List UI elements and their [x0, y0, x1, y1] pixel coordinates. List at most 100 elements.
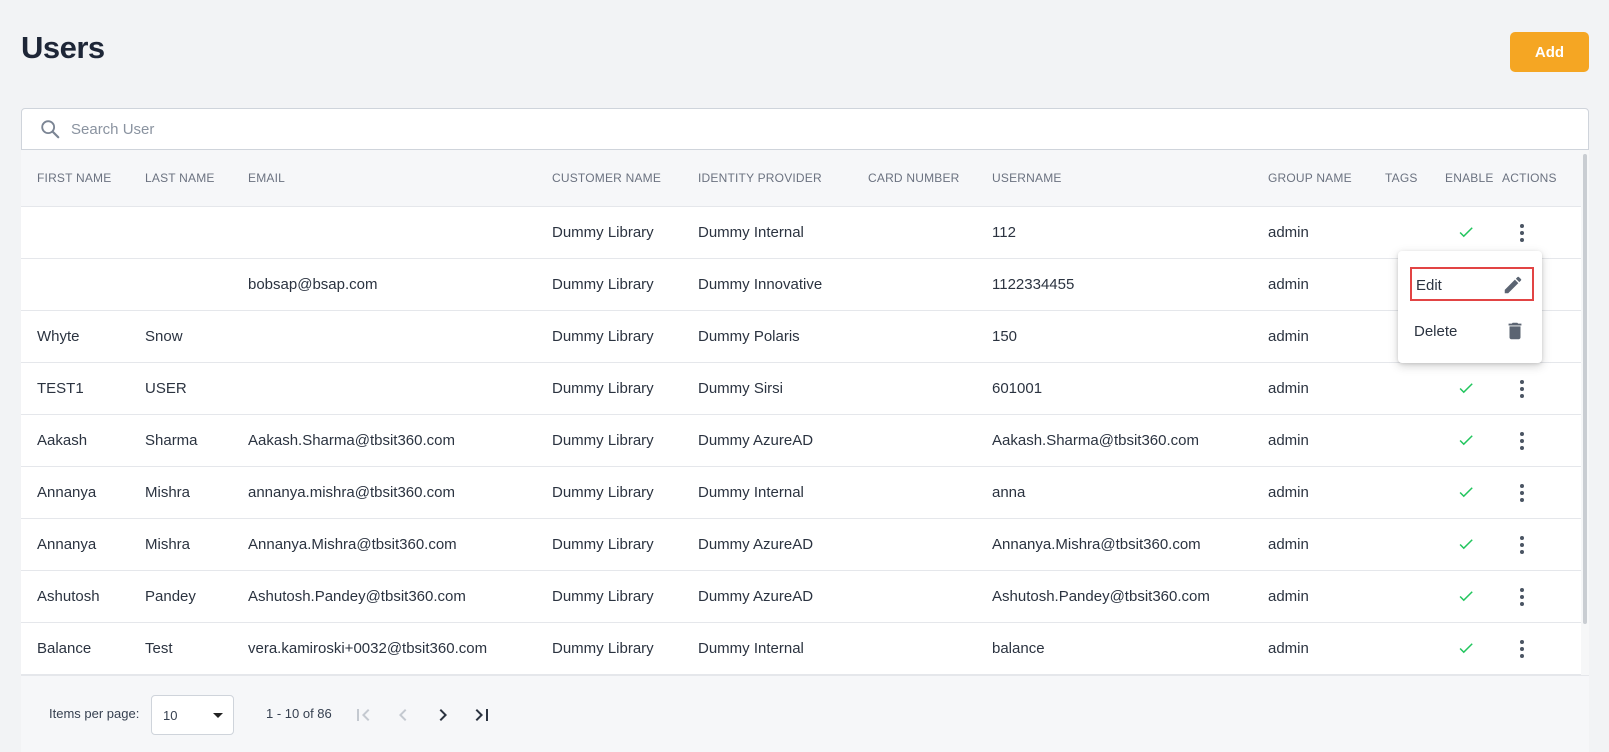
- cell-username: 112: [992, 224, 1016, 241]
- cell-customer-name: Dummy Library: [552, 640, 654, 657]
- row-actions-menu: Edit Delete: [1398, 251, 1542, 363]
- cell-username: Aakash.Sharma@tbsit360.com: [992, 432, 1199, 449]
- cell-last-name: Pandey: [145, 588, 196, 605]
- more-vert-icon[interactable]: [1510, 377, 1534, 401]
- cell-customer-name: Dummy Library: [552, 276, 654, 293]
- table-body: Dummy Library Dummy Internal 112 admin bobsa…: [21, 207, 1581, 675]
- cell-email: annanya.mishra@tbsit360.com: [248, 484, 455, 501]
- col-last-name[interactable]: LAST NAME: [145, 150, 215, 207]
- cell-username: 601001: [992, 380, 1043, 397]
- search-icon: [41, 120, 60, 139]
- col-customer-name[interactable]: CUSTOMER NAME: [552, 150, 661, 207]
- col-tags[interactable]: TAGS: [1385, 150, 1418, 207]
- menu-item-label: Delete: [1414, 323, 1458, 340]
- last-page-icon[interactable]: [470, 703, 494, 727]
- cell-username: anna: [992, 484, 1026, 501]
- check-icon: [1459, 539, 1473, 550]
- scrollbar-thumb[interactable]: [1583, 154, 1587, 624]
- table-row[interactable]: Whyte Snow Dummy Library Dummy Polaris 150 ad…: [21, 311, 1581, 363]
- cell-customer-name: Dummy Library: [552, 224, 654, 241]
- col-group-name[interactable]: GROUP NAME: [1268, 150, 1352, 207]
- col-email[interactable]: EMAIL: [248, 150, 285, 207]
- cell-username: balance: [992, 640, 1045, 657]
- cell-group-name: admin: [1268, 640, 1309, 657]
- cell-first-name: Aakash: [37, 432, 88, 449]
- menu-item-label: Edit: [1416, 277, 1442, 294]
- table-row[interactable]: Annanya Mishra annanya.mishra@tbsit360.com…: [21, 467, 1581, 519]
- cell-customer-name: Dummy Library: [552, 536, 654, 553]
- col-first-name[interactable]: FIRST NAME: [37, 150, 111, 207]
- more-vert-icon[interactable]: [1510, 533, 1534, 557]
- table-row[interactable]: Dummy Library Dummy Internal 112 admin: [21, 207, 1581, 259]
- first-page-icon[interactable]: [351, 703, 375, 727]
- cell-group-name: admin: [1268, 224, 1309, 241]
- more-vert-icon[interactable]: [1510, 429, 1534, 453]
- more-vert-icon[interactable]: [1510, 481, 1534, 505]
- previous-page-icon[interactable]: [391, 703, 415, 727]
- col-enable[interactable]: ENABLE: [1445, 150, 1494, 207]
- search-input[interactable]: [71, 120, 1471, 138]
- cell-first-name: Balance: [37, 640, 92, 657]
- next-page-icon[interactable]: [431, 703, 455, 727]
- more-vert-icon[interactable]: [1510, 585, 1534, 609]
- cell-group-name: admin: [1268, 536, 1309, 553]
- items-per-page-select[interactable]: 10: [151, 695, 234, 735]
- table-row[interactable]: Aakash Sharma Aakash.Sharma@tbsit360.com Du…: [21, 415, 1581, 467]
- cell-email: Ashutosh.Pandey@tbsit360.com: [248, 588, 466, 605]
- users-table: FIRST NAME LAST NAME EMAIL CUSTOMER NAME…: [21, 150, 1581, 675]
- cell-identity-provider: Dummy AzureAD: [698, 536, 814, 553]
- cell-identity-provider: Dummy AzureAD: [698, 432, 814, 449]
- add-button[interactable]: Add: [1510, 32, 1589, 72]
- cell-identity-provider: Dummy Sirsi: [698, 380, 783, 397]
- cell-username: Ashutosh.Pandey@tbsit360.com: [992, 588, 1210, 605]
- cell-group-name: admin: [1268, 380, 1309, 397]
- cell-last-name: Test: [145, 640, 173, 657]
- cell-email: vera.kamiroski+0032@tbsit360.com: [248, 640, 488, 657]
- table-row[interactable]: Ashutosh Pandey Ashutosh.Pandey@tbsit360.c…: [21, 571, 1581, 623]
- cell-customer-name: Dummy Library: [552, 380, 654, 397]
- cell-group-name: admin: [1268, 588, 1309, 605]
- table-row[interactable]: bobsap@bsap.com Dummy Library Dummy Innova…: [21, 259, 1581, 311]
- scrollbar[interactable]: [1581, 150, 1589, 675]
- table-row[interactable]: TEST1 USER Dummy Library Dummy Sirsi 601001 a…: [21, 363, 1581, 415]
- check-icon: [1459, 383, 1473, 394]
- pencil-icon: [1504, 276, 1522, 294]
- page-title: Users: [21, 30, 105, 65]
- chevron-down-icon: [213, 713, 223, 718]
- cell-group-name: admin: [1268, 484, 1309, 501]
- cell-identity-provider: Dummy AzureAD: [698, 588, 814, 605]
- search-box[interactable]: [21, 108, 1589, 150]
- menu-item-edit[interactable]: Edit: [1410, 267, 1534, 301]
- check-icon: [1459, 591, 1473, 602]
- cell-username: 1122334455: [992, 276, 1075, 293]
- cell-last-name: Sharma: [145, 432, 198, 449]
- table-row[interactable]: Annanya Mishra Annanya.Mishra@tbsit360.com…: [21, 519, 1581, 571]
- check-icon: [1459, 227, 1473, 238]
- cell-email: Aakash.Sharma@tbsit360.com: [248, 432, 455, 449]
- cell-customer-name: Dummy Library: [552, 328, 654, 345]
- cell-last-name: USER: [145, 380, 187, 397]
- col-identity-provider[interactable]: IDENTITY PROVIDER: [698, 150, 822, 207]
- cell-last-name: Snow: [145, 328, 183, 345]
- col-card-number[interactable]: CARD NUMBER: [868, 150, 960, 207]
- table-row[interactable]: Balance Test vera.kamiroski+0032@tbsit360.…: [21, 623, 1581, 675]
- cell-username: 150: [992, 328, 1018, 345]
- cell-first-name: Ashutosh: [37, 588, 100, 605]
- cell-customer-name: Dummy Library: [552, 432, 654, 449]
- cell-email: Annanya.Mishra@tbsit360.com: [248, 536, 457, 553]
- cell-identity-provider: Dummy Polaris: [698, 328, 800, 345]
- items-per-page-value: 10: [163, 708, 178, 723]
- check-icon: [1459, 643, 1473, 654]
- col-username[interactable]: USERNAME: [992, 150, 1062, 207]
- cell-first-name: Annanya: [37, 484, 97, 501]
- menu-item-delete[interactable]: Delete: [1410, 315, 1534, 349]
- cell-identity-provider: Dummy Innovative: [698, 276, 823, 293]
- cell-last-name: Mishra: [145, 484, 191, 501]
- check-icon: [1459, 435, 1473, 446]
- items-per-page-label: Items per page:: [49, 706, 140, 721]
- cell-email: bobsap@bsap.com: [248, 276, 378, 293]
- cell-first-name: Annanya: [37, 536, 97, 553]
- cell-customer-name: Dummy Library: [552, 588, 654, 605]
- more-vert-icon[interactable]: [1510, 221, 1534, 245]
- more-vert-icon[interactable]: [1510, 637, 1534, 661]
